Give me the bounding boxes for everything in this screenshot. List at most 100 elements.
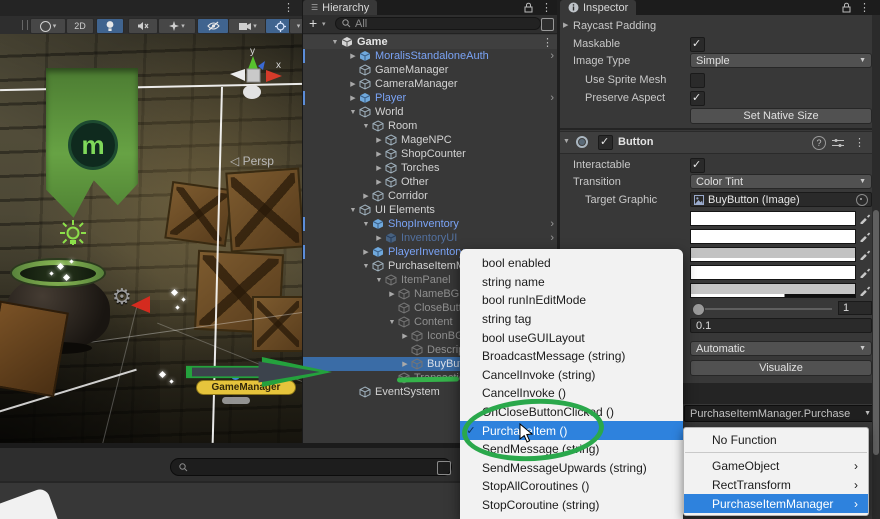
target-menu-item-gameobject[interactable]: GameObject ›: [684, 456, 868, 475]
hierarchy-row-game[interactable]: ▼ Game ⋮: [303, 35, 558, 49]
button-component-header[interactable]: ▼ Button ? ⋮: [560, 131, 880, 154]
hierarchy-row-cameramanager[interactable]: ▶ CameraManager: [303, 77, 558, 91]
foldout-icon[interactable]: ▼: [373, 277, 385, 284]
orientation-gizmo[interactable]: y x: [222, 44, 284, 106]
hierarchy-row-world[interactable]: ▼ World: [303, 105, 558, 119]
camera-view-button[interactable]: ▾: [228, 18, 268, 34]
foldout-icon[interactable]: ▼: [386, 319, 398, 326]
interactable-checkbox[interactable]: [690, 158, 705, 173]
object-picker-icon[interactable]: [856, 193, 868, 206]
target-graphic-object-field[interactable]: BuyButton (Image): [690, 192, 872, 207]
foldout-icon[interactable]: ▼: [360, 221, 372, 228]
create-object-button[interactable]: +: [309, 15, 317, 31]
transition-select[interactable]: Color Tint ▼: [690, 174, 872, 189]
eyedropper-icon[interactable]: [859, 230, 871, 242]
disabled-color-swatch[interactable]: [690, 283, 856, 298]
normal-color-swatch[interactable]: [690, 211, 856, 226]
hierarchy-row-gamemanager[interactable]: GameManager: [303, 63, 558, 77]
foldout-icon[interactable]: ▶: [399, 332, 411, 340]
on-click-function-dropdown[interactable]: PurchaseItemManager.Purchase ▼: [684, 405, 877, 422]
project-search-input[interactable]: [170, 458, 452, 476]
2d-toggle-button[interactable]: 2D: [66, 18, 94, 34]
hierarchy-row-torches[interactable]: ▶ Torches: [303, 161, 558, 175]
hierarchy-row-inventoryui[interactable]: ▶ InventoryUI ›: [303, 231, 558, 245]
foldout-icon[interactable]: ▶: [347, 52, 359, 60]
effects-button[interactable]: ▾: [158, 18, 196, 34]
hierarchy-row-other[interactable]: ▶ Other: [303, 175, 558, 189]
hierarchy-row-ui-elements[interactable]: ▼ UI Elements: [303, 203, 558, 217]
scene-kebab-icon[interactable]: ⋮: [283, 1, 294, 14]
inspector-scrollbar[interactable]: [872, 15, 880, 519]
selected-color-swatch[interactable]: [690, 265, 856, 280]
navigation-select[interactable]: Automatic ▼: [690, 341, 872, 356]
foldout-icon[interactable]: ▶: [347, 80, 359, 88]
context-menu-item-sendmessageupwards-string-[interactable]: SendMessageUpwards (string): [460, 459, 683, 478]
component-kebab-icon[interactable]: ⋮: [854, 136, 865, 149]
pressed-color-swatch[interactable]: [690, 247, 856, 262]
foldout-icon[interactable]: ▼: [347, 207, 359, 214]
foldout-icon[interactable]: ▶: [347, 94, 359, 102]
use-sprite-mesh-checkbox[interactable]: [690, 73, 705, 88]
target-menu-item-purchaseitemmanager[interactable]: PurchaseItemManager ›: [684, 494, 868, 513]
audio-toggle-button[interactable]: [128, 18, 158, 34]
scene-row-kebab-icon[interactable]: ⋮: [542, 36, 553, 49]
hierarchy-tab[interactable]: ☰ Hierarchy: [303, 0, 378, 15]
prefab-chevron-icon[interactable]: ›: [550, 92, 554, 104]
scrollbar-thumb[interactable]: [873, 210, 879, 455]
hidden-objects-toggle-button[interactable]: [197, 18, 229, 34]
search-filter-icon[interactable]: [541, 18, 554, 31]
hierarchy-row-shopinventory[interactable]: ▼ ShopInventory ›: [303, 217, 558, 231]
context-menu-item-broadcastmessage-string-[interactable]: BroadcastMessage (string): [460, 347, 683, 366]
perspective-label[interactable]: ◁ Persp: [230, 154, 274, 168]
highlighted-color-swatch[interactable]: [690, 229, 856, 244]
color-multiplier-value[interactable]: 1: [838, 301, 872, 315]
lock-icon[interactable]: [524, 2, 533, 13]
hierarchy-row-corridor[interactable]: ▶ Corridor: [303, 189, 558, 203]
context-menu-item-cancelinvoke-string-[interactable]: CancelInvoke (string): [460, 366, 683, 385]
foldout-icon[interactable]: ▼: [347, 109, 359, 116]
hierarchy-search-input[interactable]: All: [335, 17, 541, 30]
foldout-icon[interactable]: ▼: [360, 123, 372, 130]
foldout-icon[interactable]: ▶: [360, 248, 372, 256]
help-icon[interactable]: ?: [812, 136, 826, 150]
target-menu-item-no-function[interactable]: No Function: [684, 430, 868, 449]
light-gizmo-icon[interactable]: [56, 218, 90, 252]
context-menu-item-string-name[interactable]: string name: [460, 273, 683, 292]
scene-3d-viewport[interactable]: m ⚙ y x ◁ Persp GameManager: [0, 34, 302, 443]
hierarchy-row-moralisstandaloneauth[interactable]: ▶ MoralisStandaloneAuth ›: [303, 49, 558, 63]
foldout-icon[interactable]: ▶: [360, 192, 372, 200]
context-menu-item-bool-useguilayout[interactable]: bool useGUILayout: [460, 328, 683, 347]
button-enabled-checkbox[interactable]: [598, 135, 613, 150]
hierarchy-kebab-icon[interactable]: ⋮: [541, 1, 552, 14]
foldout-icon[interactable]: ▶: [373, 178, 385, 186]
foldout-icon[interactable]: ▶: [386, 290, 398, 298]
preserve-aspect-checkbox[interactable]: [690, 91, 705, 106]
context-menu-item-string-tag[interactable]: string tag: [460, 310, 683, 329]
eyedropper-icon[interactable]: [859, 248, 871, 260]
hierarchy-row-player[interactable]: ▶ Player ›: [303, 91, 558, 105]
slider-knob[interactable]: [692, 303, 705, 316]
foldout-icon[interactable]: ▼: [360, 263, 372, 270]
hierarchy-row-magenpc[interactable]: ▶ MageNPC: [303, 133, 558, 147]
fade-duration-field[interactable]: 0.1: [690, 318, 872, 333]
create-dropdown-icon[interactable]: ▾: [322, 20, 326, 28]
foldout-icon[interactable]: ▶: [563, 21, 568, 29]
foldout-icon[interactable]: ▶: [373, 150, 385, 158]
search-filter-icon[interactable]: [437, 461, 451, 475]
hierarchy-row-room[interactable]: ▼ Room: [303, 119, 558, 133]
eyedropper-icon[interactable]: [859, 266, 871, 278]
foldout-icon[interactable]: ▼: [329, 39, 341, 46]
shading-mode-button[interactable]: ▾: [30, 18, 66, 34]
prefab-chevron-icon[interactable]: ›: [550, 232, 554, 244]
context-menu-item-bool-enabled[interactable]: bool enabled: [460, 254, 683, 273]
context-menu-item-bool-runineditmode[interactable]: bool runInEditMode: [460, 291, 683, 310]
maskable-checkbox[interactable]: [690, 37, 705, 52]
foldout-icon[interactable]: ▼: [563, 138, 570, 145]
eyedropper-icon[interactable]: [859, 284, 871, 296]
presets-icon[interactable]: [832, 139, 844, 147]
prefab-chevron-icon[interactable]: ›: [550, 50, 554, 62]
context-menu-item-cancelinvoke-[interactable]: CancelInvoke (): [460, 384, 683, 403]
target-menu-item-recttransform[interactable]: RectTransform ›: [684, 475, 868, 494]
visualize-button[interactable]: Visualize: [690, 360, 872, 376]
context-menu-item-stopcoroutine-string-[interactable]: StopCoroutine (string): [460, 496, 683, 515]
